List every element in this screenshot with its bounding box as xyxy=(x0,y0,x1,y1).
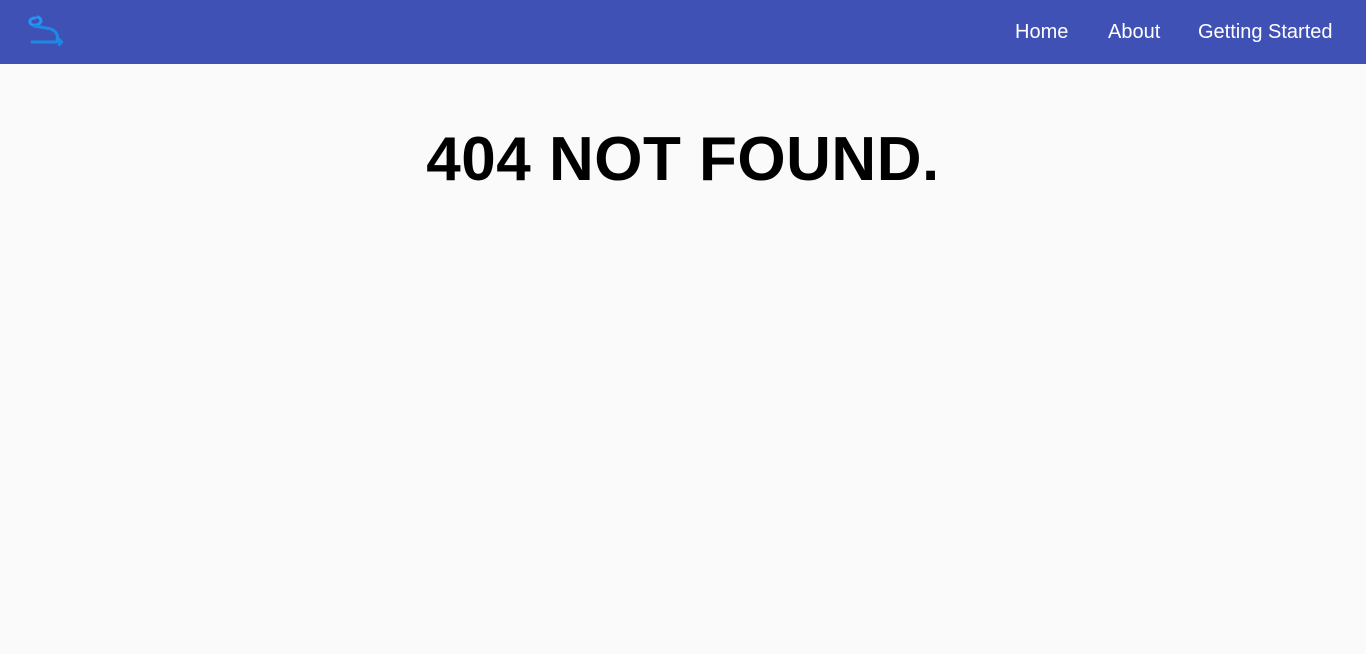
nav-link-getting-started[interactable]: Getting Started xyxy=(1198,0,1333,64)
nav-link-about[interactable]: About xyxy=(1108,0,1160,64)
nav-link-home[interactable]: Home xyxy=(1015,0,1068,64)
top-app-bar: Home About Getting Started xyxy=(0,0,1366,64)
logo-icon[interactable] xyxy=(26,12,66,48)
main-content: 404 NOT FOUND. xyxy=(0,64,1366,654)
page-title: 404 NOT FOUND. xyxy=(426,125,940,194)
